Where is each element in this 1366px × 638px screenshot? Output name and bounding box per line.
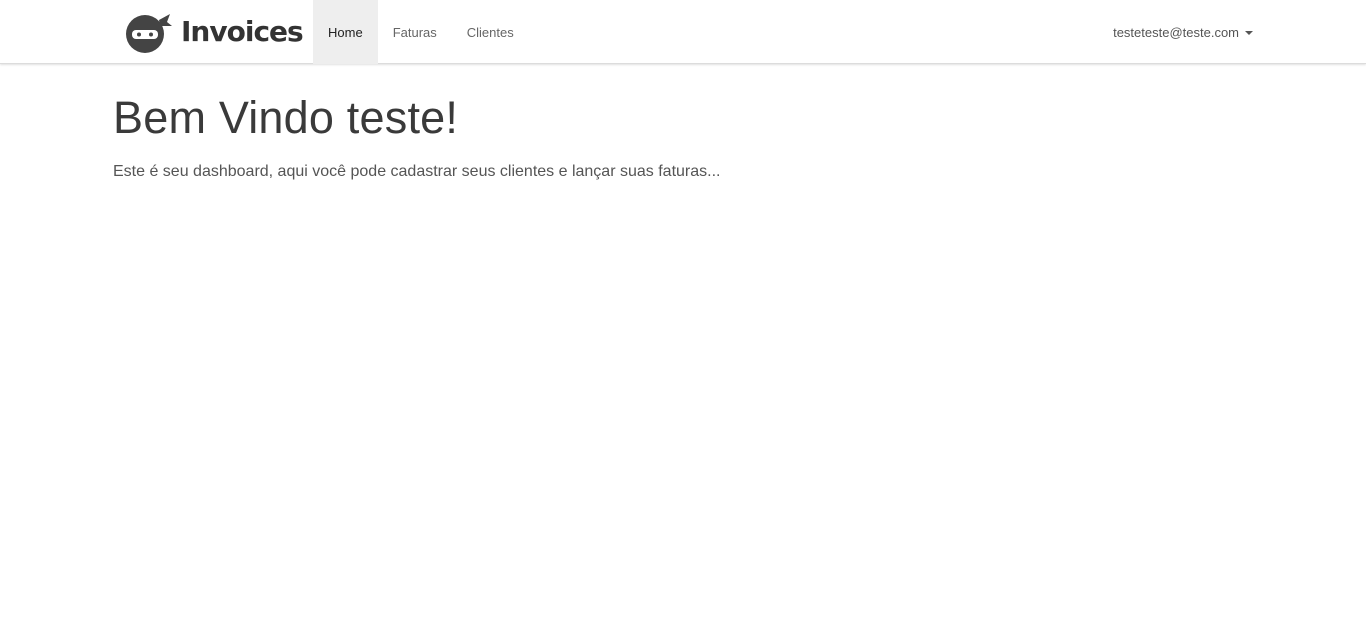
- nav-item-faturas[interactable]: Faturas: [378, 0, 452, 64]
- top-navbar: Invoices Home Faturas Clientes testetest…: [0, 0, 1366, 64]
- ninja-icon: [126, 14, 172, 53]
- main-nav: Home Faturas Clientes: [313, 0, 529, 64]
- page-title: Bem Vindo teste!: [113, 92, 459, 143]
- main-content: Bem Vindo teste! Este é seu dashboard, a…: [113, 64, 1253, 182]
- caret-down-icon: [1245, 31, 1253, 35]
- user-menu-dropdown[interactable]: testeteste@teste.com: [1113, 0, 1253, 64]
- page-lead: Este é seu dashboard, aqui você pode cad…: [113, 163, 721, 180]
- nav-item-clientes[interactable]: Clientes: [452, 0, 529, 64]
- brand-link[interactable]: Invoices: [123, 10, 304, 54]
- nav-item-home[interactable]: Home: [313, 0, 378, 64]
- brand-name: Invoices: [181, 15, 304, 48]
- user-email: testeteste@teste.com: [1113, 24, 1239, 40]
